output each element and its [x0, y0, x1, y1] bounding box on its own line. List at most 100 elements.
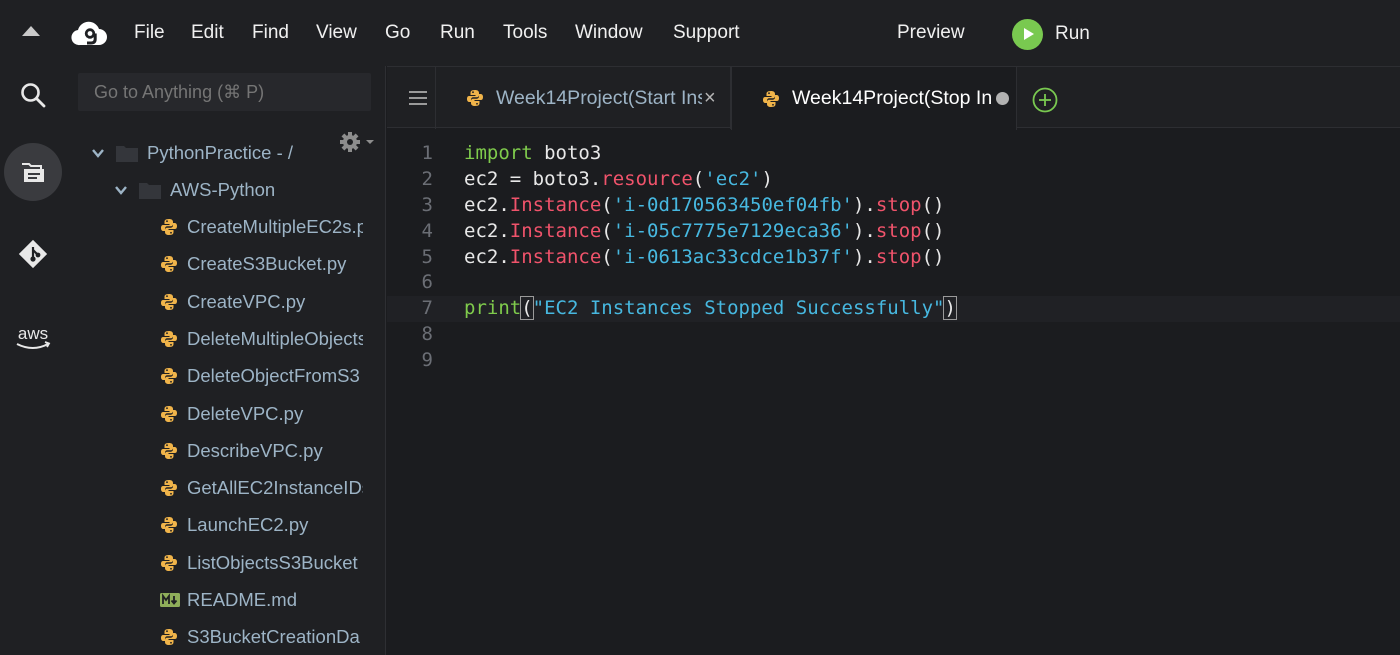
tree-file-label: README.md: [187, 589, 297, 610]
tree-file-label: CreateVPC.py: [187, 290, 306, 312]
tree-file-item[interactable]: README.md: [160, 585, 363, 615]
preview-button[interactable]: Preview: [897, 22, 965, 44]
menu-bar: File Edit Find View Go Run Tools Window …: [0, 0, 1400, 66]
tree-folder-label: PythonPractice - /: [147, 142, 294, 163]
menu-edit[interactable]: Edit: [191, 22, 224, 44]
menu-tools[interactable]: Tools: [503, 22, 547, 44]
tab-stop-instances[interactable]: Week14Project(Stop Instances): [731, 67, 1017, 130]
code-line: 2 ec2 = boto3.resource('ec2'): [387, 167, 1400, 193]
tree-file-item[interactable]: CreateS3Bucket.py: [160, 249, 363, 279]
code-area[interactable]: 1 import boto3 2 ec2 = boto3.resource('ec2'…: [387, 141, 1400, 374]
code-token: Instance: [509, 245, 602, 268]
tab-title: Week14Project(Start Instances): [496, 86, 702, 109]
line-number: 8: [421, 323, 433, 346]
menu-run[interactable]: Run: [440, 22, 475, 44]
menu-view[interactable]: View: [316, 22, 357, 44]
code-token: (): [921, 193, 945, 216]
run-button[interactable]: Run: [1012, 18, 1090, 50]
line-number: 6: [421, 271, 433, 294]
code-line: 4 ec2.Instance('i-05c7775e7129eca36').sto…: [387, 219, 1400, 245]
code-token: 'i-05c7775e7129eca36': [612, 219, 853, 242]
tree-file-label: CreateMultipleEC2s.py: [187, 216, 363, 237]
file-tree-panel: PythonPractice - / AWS-Python CreateMult…: [66, 66, 386, 655]
tree-file-item[interactable]: CreateMultipleEC2s.py: [160, 212, 363, 242]
tree-file-label: LaunchEC2.py: [187, 514, 309, 536]
tree-file-label: GetAllEC2InstanceIDs: [187, 477, 363, 499]
code-line: 3 ec2.Instance('i-0d170563450ef04fb').sto…: [387, 193, 1400, 219]
tree-folder-aws-python[interactable]: AWS-Python: [115, 175, 355, 205]
code-line: 5 ec2.Instance('i-0613ac33cdce1b37f').sto…: [387, 245, 1400, 271]
rail-aws-button[interactable]: aws: [4, 310, 62, 368]
tree-file-item[interactable]: ListObjectsS3Bucket: [160, 548, 363, 578]
python-file-icon: [161, 293, 177, 310]
menu-window[interactable]: Window: [575, 22, 643, 44]
code-token: stop: [875, 193, 922, 216]
gear-icon[interactable]: [338, 130, 378, 154]
code-text: ec2 = boto3.resource('ec2'): [464, 167, 773, 193]
code-line: 7 print("EC2 Instances Stopped Successful…: [387, 296, 1400, 323]
code-token: (: [601, 193, 613, 216]
aws-icon: aws: [16, 324, 51, 349]
tab-start-instances[interactable]: Week14Project(Start Instances) ×: [435, 67, 731, 129]
code-line: 1 import boto3: [387, 141, 1400, 167]
code-line: 6: [387, 270, 1400, 296]
code-token: import: [464, 142, 533, 164]
line-number: 7: [421, 297, 433, 320]
line-number: 1: [421, 142, 433, 164]
code-token: (): [921, 245, 945, 268]
activity-rail: aws: [0, 66, 66, 655]
tree-file-item[interactable]: DescribeVPC.py: [160, 436, 363, 466]
code-token: stop: [875, 245, 922, 268]
tree-file-item[interactable]: DeleteObjectFromS3: [160, 361, 363, 391]
code-token: boto3: [532, 142, 602, 164]
code-token: ec2.: [464, 219, 510, 242]
menu-lines-icon[interactable]: [409, 91, 427, 105]
tree-folder-root[interactable]: PythonPractice - /: [92, 138, 332, 168]
menu-support[interactable]: Support: [673, 22, 740, 44]
add-tab-icon[interactable]: [1032, 87, 1058, 113]
tree-file-item[interactable]: GetAllEC2InstanceIDs: [160, 473, 363, 503]
tree-file-item[interactable]: S3BucketCreationDa: [160, 622, 363, 652]
chevron-down-icon: [115, 186, 127, 195]
cloud9-logo-icon[interactable]: [70, 18, 108, 48]
menu-go[interactable]: Go: [385, 22, 410, 44]
tree-file-item[interactable]: LaunchEC2.py: [160, 510, 363, 540]
rail-git-button[interactable]: [4, 225, 62, 283]
code-text: print("EC2 Instances Stopped Successfull…: [464, 296, 957, 322]
python-file-icon: [763, 90, 779, 107]
code-token: ).: [852, 219, 876, 242]
line-number: 9: [421, 349, 433, 372]
go-to-anything-input[interactable]: [78, 73, 371, 111]
tree-file-item[interactable]: DeleteVPC.py: [160, 399, 363, 429]
tree-file-item[interactable]: CreateVPC.py: [160, 287, 363, 317]
code-token: 'i-0613ac33cdce1b37f': [612, 245, 853, 268]
tab-title: Week14Project(Stop Instances): [792, 87, 992, 109]
rail-files-button[interactable]: [4, 143, 62, 201]
play-icon: [1012, 18, 1043, 50]
menu-file[interactable]: File: [134, 22, 165, 44]
code-token: 'ec2': [704, 167, 762, 190]
code-token: Instance: [509, 193, 602, 216]
tree-folder-label: AWS-Python: [170, 179, 276, 200]
code-text: ec2.Instance('i-05c7775e7129eca36').stop…: [464, 219, 945, 245]
code-token: ).: [852, 245, 876, 268]
collapse-menu-icon[interactable]: [22, 26, 40, 36]
close-icon[interactable]: ×: [704, 87, 716, 110]
code-token: Instance: [509, 219, 602, 242]
code-token: ): [943, 296, 957, 321]
line-number: 2: [421, 167, 433, 190]
unsaved-dot-icon[interactable]: [996, 92, 1009, 105]
code-token: ).: [852, 193, 876, 216]
tab-bar: Week14Project(Start Instances) × Week14P…: [387, 66, 1400, 130]
tree-file-label: S3BucketCreationDa: [187, 626, 360, 648]
markdown-file-icon: [160, 593, 180, 607]
svg-text:aws: aws: [18, 324, 48, 343]
python-file-icon: [161, 368, 177, 385]
code-text: ec2.Instance('i-0d170563450ef04fb').stop…: [464, 193, 945, 219]
code-token: (: [520, 296, 534, 321]
rail-search-button[interactable]: [4, 66, 62, 124]
tree-file-item[interactable]: DeleteMultipleObjects: [160, 324, 363, 354]
menu-find[interactable]: Find: [252, 22, 289, 44]
python-file-icon: [161, 629, 177, 646]
tree-file-label: DeleteVPC.py: [187, 402, 304, 424]
